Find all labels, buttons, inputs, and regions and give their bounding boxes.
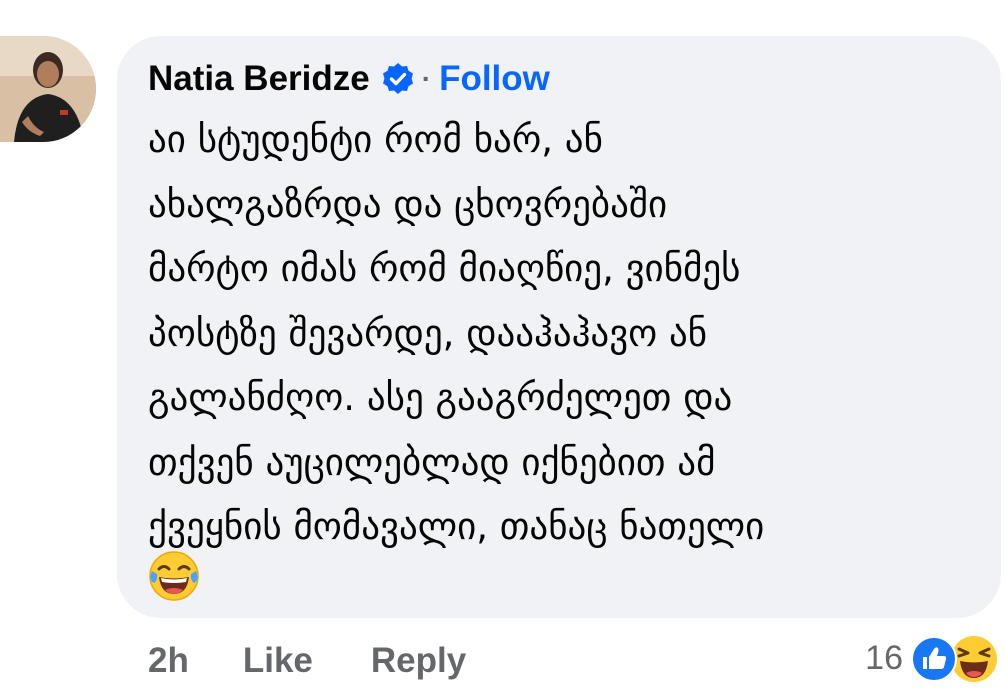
comment-header: Natia Beridze · Follow: [148, 56, 550, 102]
like-button[interactable]: Like: [243, 641, 313, 681]
comment-timestamp[interactable]: 2h: [148, 641, 189, 681]
laughing-emoji-icon: [148, 550, 200, 602]
reactions-summary[interactable]: 16: [865, 630, 1001, 686]
reaction-count: 16: [865, 638, 903, 677]
comment-actions: 2h Like Reply: [148, 636, 466, 686]
author-avatar[interactable]: [0, 36, 96, 142]
like-reaction-icon: [911, 636, 957, 682]
reply-button[interactable]: Reply: [371, 641, 466, 681]
follow-button[interactable]: Follow: [439, 59, 550, 99]
separator-dot: ·: [421, 63, 432, 94]
comment-body-text: აი სტუდენტი რომ ხარ, ან ახალგაზრდა და ცხ…: [148, 118, 765, 548]
verified-badge-icon: [380, 61, 416, 97]
comment: Natia Beridze · Follow აი სტუდენტი რომ ხ…: [0, 0, 1005, 698]
author-name[interactable]: Natia Beridze: [148, 59, 370, 99]
reaction-icons: [911, 632, 1001, 684]
